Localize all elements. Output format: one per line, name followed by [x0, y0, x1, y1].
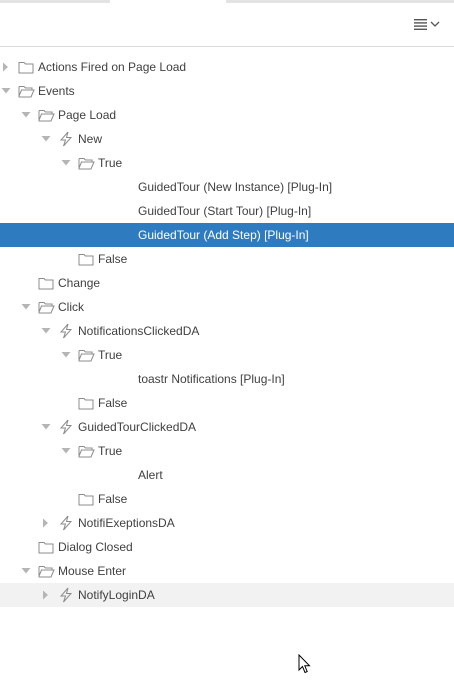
tree-node-label: Alert [138, 468, 163, 482]
expanded-toggle-icon[interactable] [40, 133, 52, 145]
expanded-toggle-icon[interactable] [20, 565, 32, 577]
folder-closed-icon [77, 251, 95, 267]
tree-node[interactable]: Alert [0, 463, 454, 487]
tree-node-label: NotifyLoginDA [78, 588, 155, 602]
expanded-toggle-icon[interactable] [0, 85, 12, 97]
tree-node[interactable]: Click [0, 295, 454, 319]
tree-node[interactable]: Actions Fired on Page Load [0, 55, 454, 79]
tree-node-label: Click [58, 300, 84, 314]
folder-open-icon [77, 347, 95, 363]
tree-node[interactable]: NotifyLoginDA [0, 583, 454, 607]
expanded-toggle-icon[interactable] [20, 109, 32, 121]
collapsed-toggle-icon[interactable] [40, 517, 52, 529]
tree-node[interactable]: NotifiExeptionsDA [0, 511, 454, 535]
tree-node-label: False [98, 396, 128, 410]
tree-node[interactable]: GuidedTour (New Instance) [Plug-In] [0, 175, 454, 199]
collapsed-toggle-icon[interactable] [40, 589, 52, 601]
tree-node-label: False [98, 252, 128, 266]
folder-closed-icon [17, 59, 35, 75]
tree-node[interactable]: Page Load [0, 103, 454, 127]
tree-node[interactable]: Events [0, 79, 454, 103]
tree-node[interactable]: toastr Notifications [Plug-In] [0, 367, 454, 391]
tree-node-label: toastr Notifications [Plug-In] [138, 372, 285, 386]
tree-node-label: Page Load [58, 108, 117, 122]
hamburger-list-icon [414, 18, 427, 30]
folder-closed-icon [37, 275, 55, 291]
tree-node[interactable]: Dialog Closed [0, 535, 454, 559]
tree-view: Actions Fired on Page Load Events Page Loa… [0, 55, 454, 607]
chevron-down-icon [430, 21, 440, 28]
folder-open-icon [37, 107, 55, 123]
tree-node[interactable]: False [0, 247, 454, 271]
tree-node-label: False [98, 492, 128, 506]
tree-node-label: NotificationsClickedDA [78, 324, 200, 338]
toolbar [0, 3, 454, 47]
folder-open-icon [17, 83, 35, 99]
tree-node-label: GuidedTourClickedDA [78, 420, 197, 434]
lightning-icon [57, 515, 75, 531]
tree-node[interactable]: New [0, 127, 454, 151]
tree-menu-button[interactable] [412, 15, 442, 33]
collapsed-toggle-icon[interactable] [0, 61, 12, 73]
tree-node[interactable]: Change [0, 271, 454, 295]
tree-node-label: Dialog Closed [58, 540, 133, 554]
folder-closed-icon [77, 491, 95, 507]
folder-open-icon [77, 443, 95, 459]
tree-node-label: NotifiExeptionsDA [78, 516, 175, 530]
folder-closed-icon [77, 395, 95, 411]
lightning-icon [57, 419, 75, 435]
expanded-toggle-icon[interactable] [20, 301, 32, 313]
expanded-toggle-icon[interactable] [60, 445, 72, 457]
tree-node[interactable]: NotificationsClickedDA [0, 319, 454, 343]
folder-open-icon [37, 299, 55, 315]
tree-node-label: Events [38, 84, 75, 98]
tree-node-label: True [98, 156, 123, 170]
tree-node[interactable]: GuidedTour (Start Tour) [Plug-In] [0, 199, 454, 223]
tree-node-label: True [98, 348, 123, 362]
tree-node[interactable]: True [0, 343, 454, 367]
tree-node[interactable]: True [0, 439, 454, 463]
folder-open-icon [37, 563, 55, 579]
tree-node[interactable]: False [0, 391, 454, 415]
tree-node-label: GuidedTour (New Instance) [Plug-In] [138, 180, 333, 194]
tree-node-label: New [78, 132, 103, 146]
expanded-toggle-icon[interactable] [40, 325, 52, 337]
tree-node[interactable]: GuidedTourClickedDA [0, 415, 454, 439]
tree-node-label: Change [58, 276, 101, 290]
tree-node-label: GuidedTour (Start Tour) [Plug-In] [138, 204, 312, 218]
tree-node-label: Mouse Enter [58, 564, 127, 578]
expanded-toggle-icon[interactable] [60, 349, 72, 361]
folder-open-icon [77, 155, 95, 171]
expanded-toggle-icon[interactable] [60, 157, 72, 169]
tree-node-label: True [98, 444, 123, 458]
tree-node-label: GuidedTour (Add Step) [Plug-In] [138, 228, 309, 242]
expanded-toggle-icon[interactable] [40, 421, 52, 433]
folder-closed-icon [37, 539, 55, 555]
tree-node[interactable]: Mouse Enter [0, 559, 454, 583]
mouse-cursor-icon [298, 653, 312, 674]
tree-node[interactable]: True [0, 151, 454, 175]
lightning-icon [57, 131, 75, 147]
lightning-icon [57, 587, 75, 603]
tree-node[interactable]: False [0, 487, 454, 511]
tree-node[interactable]: GuidedTour (Add Step) [Plug-In] [0, 223, 454, 247]
lightning-icon [57, 323, 75, 339]
tree-node-label: Actions Fired on Page Load [38, 60, 187, 74]
